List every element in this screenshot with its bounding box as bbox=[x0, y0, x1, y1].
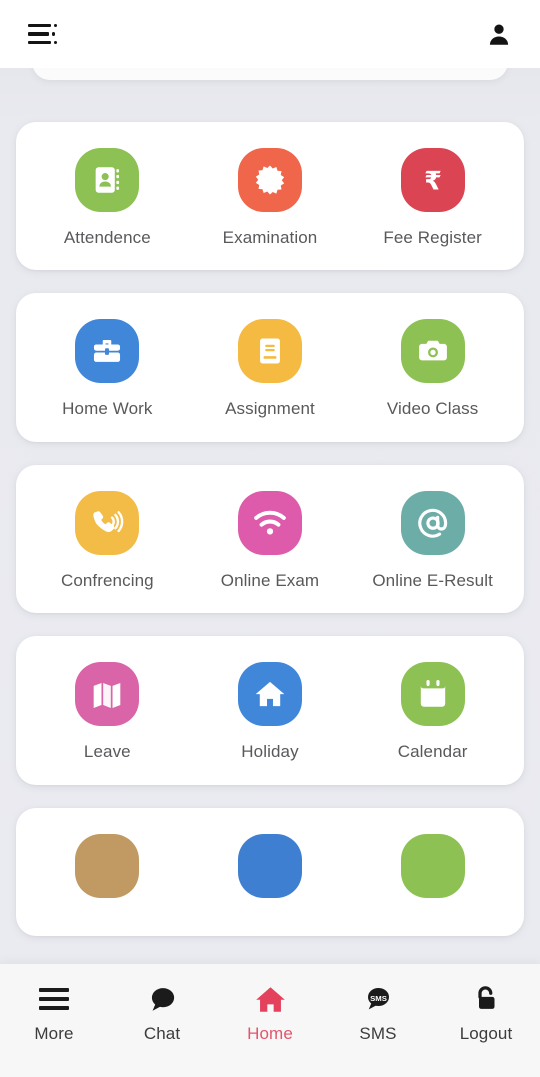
unlocked-padlock-icon bbox=[471, 981, 501, 1017]
user-profile-icon[interactable] bbox=[484, 19, 514, 49]
tile-partial[interactable] bbox=[194, 833, 346, 914]
menu-card: Leave Holiday Calendar bbox=[16, 636, 524, 785]
folded-map-icon bbox=[75, 662, 140, 727]
tile-label: Assignment bbox=[225, 399, 315, 419]
tile-partial[interactable] bbox=[31, 833, 183, 914]
menu-card: Attendence Examination ₹ Fee Register bbox=[16, 122, 524, 271]
partial-icon bbox=[400, 833, 465, 898]
tile-label: Online Exam bbox=[220, 570, 320, 590]
tile-online-e-result[interactable]: Online E-Result bbox=[357, 490, 509, 591]
tile-home-work[interactable]: Home Work bbox=[31, 319, 183, 419]
tile-partial[interactable] bbox=[357, 833, 509, 914]
svg-text:₹: ₹ bbox=[424, 166, 442, 196]
tile-confrencing[interactable]: Confrencing bbox=[31, 490, 183, 591]
hamburger-menu-icon bbox=[39, 981, 69, 1017]
tile-label: Home Work bbox=[62, 399, 153, 419]
tile-video-class[interactable]: Video Class bbox=[357, 319, 509, 419]
nav-label: SMS bbox=[359, 1024, 397, 1043]
nav-label: Home bbox=[247, 1024, 293, 1043]
menu-card: Home Work Assignment Video Class bbox=[16, 293, 524, 442]
tile-label: Confrencing bbox=[60, 570, 154, 590]
nav-item-logout[interactable]: Logout bbox=[436, 981, 536, 1044]
camera-icon bbox=[400, 319, 465, 384]
menu-card-partial bbox=[16, 807, 524, 936]
app-root: Attendence Examination ₹ Fee Register Ho… bbox=[0, 0, 540, 1077]
sms-bubble-icon: SMS bbox=[363, 981, 393, 1017]
nav-label: More bbox=[34, 1024, 74, 1043]
nav-label: Logout bbox=[459, 1024, 513, 1043]
tile-label: Video Class bbox=[386, 399, 479, 419]
menu-card-list: Attendence Examination ₹ Fee Register Ho… bbox=[0, 122, 540, 959]
tile-label: Leave bbox=[83, 742, 131, 762]
starburst-icon bbox=[237, 148, 302, 212]
tile-assignment[interactable]: Assignment bbox=[194, 319, 346, 419]
bottom-navigation-bar: More Chat Home SMS SMS Logout bbox=[0, 964, 540, 1077]
partial-icon bbox=[75, 833, 140, 898]
tile-label: Holiday bbox=[241, 742, 299, 762]
contact-book-icon bbox=[75, 148, 140, 212]
nav-label: Chat bbox=[143, 1024, 181, 1043]
wifi-icon bbox=[237, 490, 302, 555]
chat-bubble-icon bbox=[147, 981, 178, 1017]
tile-online-exam[interactable]: Online Exam bbox=[194, 490, 346, 591]
nav-item-chat[interactable]: Chat bbox=[112, 981, 212, 1044]
tile-fee-register[interactable]: ₹ Fee Register bbox=[357, 148, 509, 248]
calendar-icon bbox=[400, 662, 465, 727]
hamburger-menu-icon[interactable] bbox=[28, 19, 62, 49]
tile-holiday[interactable]: Holiday bbox=[194, 662, 346, 762]
partial-icon bbox=[237, 833, 302, 898]
tile-label: Examination bbox=[222, 228, 318, 247]
partially-scrolled-card-top bbox=[32, 68, 508, 80]
top-app-bar bbox=[0, 0, 540, 68]
home-house-icon bbox=[254, 981, 287, 1017]
phone-ringing-icon bbox=[75, 490, 140, 555]
nav-item-more[interactable]: More bbox=[4, 981, 104, 1044]
rupee-icon: ₹ bbox=[400, 148, 465, 212]
svg-text:SMS: SMS bbox=[370, 994, 387, 1003]
document-icon bbox=[237, 319, 302, 384]
tile-leave[interactable]: Leave bbox=[31, 662, 183, 762]
tile-label: Online E-Result bbox=[372, 570, 493, 590]
nav-item-home[interactable]: Home bbox=[220, 981, 320, 1044]
house-icon bbox=[237, 662, 302, 727]
at-sign-icon bbox=[400, 490, 465, 555]
briefcase-icon bbox=[75, 319, 140, 384]
tile-examination[interactable]: Examination bbox=[194, 148, 346, 248]
menu-card: Confrencing Online Exam Online E-Result bbox=[16, 464, 524, 614]
tile-label: Fee Register bbox=[383, 228, 482, 247]
tile-label: Calendar bbox=[397, 742, 468, 762]
tile-calendar[interactable]: Calendar bbox=[357, 662, 509, 762]
tile-attendence[interactable]: Attendence bbox=[31, 148, 183, 248]
main-scroll-area[interactable]: Attendence Examination ₹ Fee Register Ho… bbox=[0, 68, 540, 1077]
tile-label: Attendence bbox=[63, 228, 151, 247]
nav-item-sms[interactable]: SMS SMS bbox=[328, 981, 428, 1044]
